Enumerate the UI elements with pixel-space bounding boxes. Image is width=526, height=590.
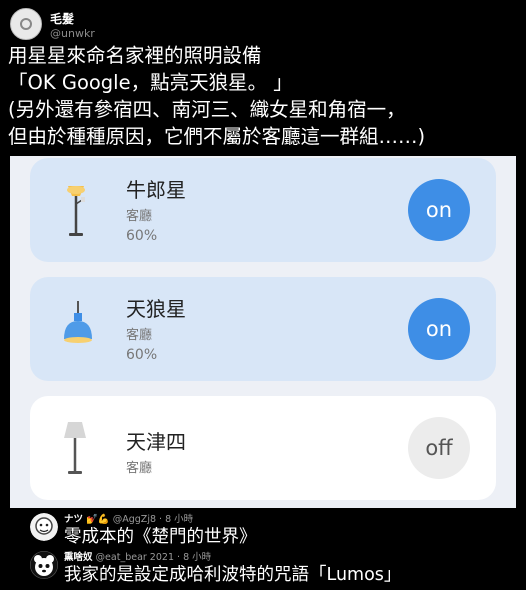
commenter-avatar[interactable] [30,513,58,541]
post-line: (另外還有參宿四、南河三、織女星和角宿一， [8,98,406,121]
commenter-avatar[interactable] [30,551,58,579]
comment-text: 我家的是設定成哈利波特的咒語「Lumos」 [64,565,402,585]
home-app-screenshot: 牛郎星 客廳 60% on 天狼星 客廳 60% on 天津四 客廳 off [10,156,516,508]
comment-reply: 熏啥奴 @eat_bear 2021 · 8 小時 我家的是設定成哈利波特的咒語… [30,549,510,585]
device-room: 客廳 [126,209,153,224]
author-handle[interactable]: @unwkr [50,27,95,40]
comment-text: 零成本的《楚門的世界》 [64,527,257,547]
post-line: 用星星來命名家裡的照明設備 [8,44,262,67]
device-card-sirius[interactable]: 天狼星 客廳 60% on [30,277,496,381]
power-toggle-button[interactable]: on [408,298,470,360]
power-toggle-button[interactable]: off [408,417,470,479]
power-toggle-button[interactable]: on [408,179,470,241]
device-name: 天津四 [126,430,186,454]
floor-lamp-off-icon [64,422,86,474]
post-line: 但由於種種原因，它們不屬於客廳這一群組……) [8,125,426,148]
device-brightness: 60% [126,228,158,244]
post-line: 「OK Google，點亮天狼星。 」 [8,71,293,94]
post-header: 毛髮 @unwkr [10,8,516,42]
author-avatar[interactable] [10,8,42,40]
post-text: 用星星來命名家裡的照明設備 「OK Google，點亮天狼星。 」 (另外還有參… [8,42,520,150]
device-room: 客廳 [126,328,153,343]
device-name: 牛郎星 [126,178,186,202]
device-card-altair[interactable]: 牛郎星 客廳 60% on [30,158,496,262]
pendant-lamp-icon [64,301,92,343]
device-name: 天狼星 [126,297,186,321]
floor-lamp-lit-icon [67,186,85,236]
device-brightness: 60% [126,347,158,363]
device-room: 客廳 [126,461,153,476]
device-card-deneb[interactable]: 天津四 客廳 off [30,396,496,500]
author-name[interactable]: 毛髮 [50,10,74,27]
comment-reply: ナツ 💅💪 @AggZj8 · 8 小時 零成本的《楚門的世界》 [30,511,510,547]
